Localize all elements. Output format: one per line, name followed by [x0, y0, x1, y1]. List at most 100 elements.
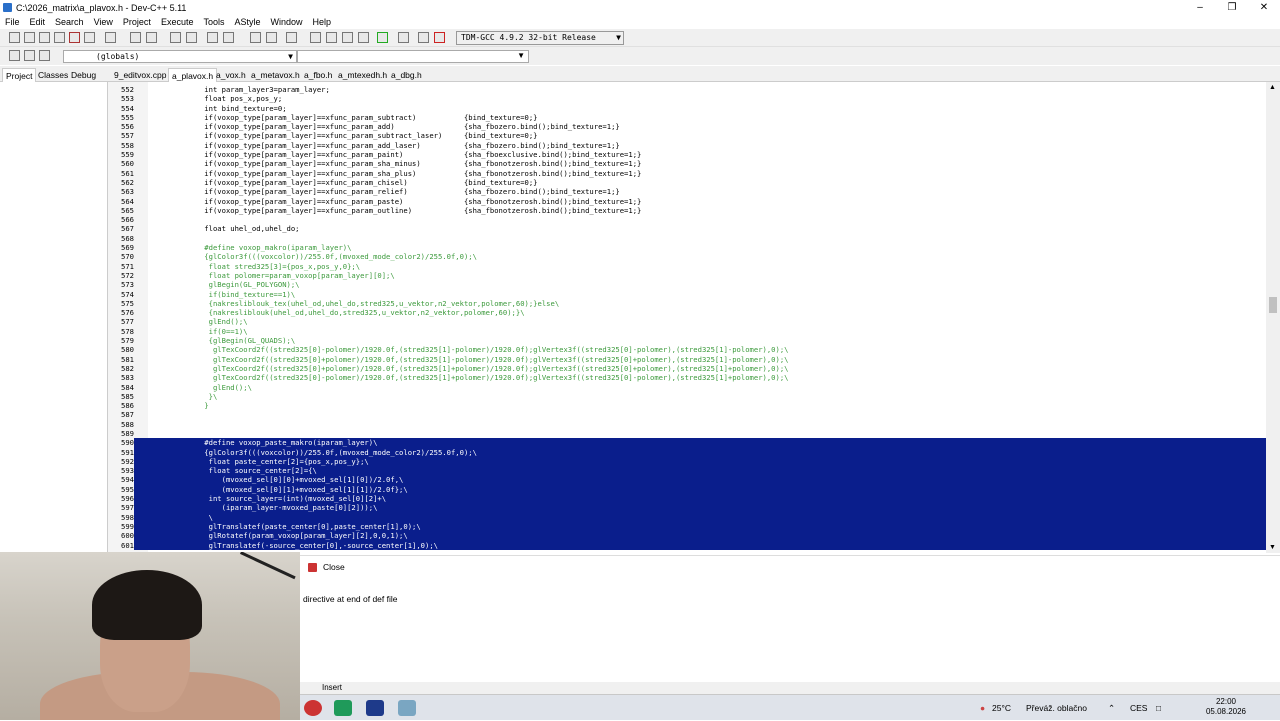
code-line[interactable]: 571 float stred325[3]={pos_x,pos_y,0};\: [108, 262, 1266, 271]
code-line[interactable]: 557 if(voxop_type[param_layer]==xfunc_pa…: [108, 131, 1266, 140]
code-line[interactable]: 590 #define voxop_paste_makro(iparam_lay…: [108, 438, 1266, 448]
code-line[interactable]: 596 int source_layer=(int)(mvoxed_sel[0]…: [108, 494, 1266, 504]
compile-icon[interactable]: [310, 32, 322, 44]
code-line[interactable]: 598 \: [108, 512, 1266, 522]
compiler-select[interactable]: TDM-GCC 4.9.2 32-bit Release ▼: [456, 31, 624, 45]
tab-debug[interactable]: Debug: [68, 68, 99, 82]
code-line[interactable]: 592 float paste_center[2]={pos_x,pos_y};…: [108, 456, 1266, 467]
code-line[interactable]: 573 glBegin(GL_POLYGON);\: [108, 280, 1266, 289]
bookmark-icon[interactable]: [223, 32, 235, 44]
insert-icon[interactable]: [9, 50, 21, 62]
menu-view[interactable]: View: [89, 17, 118, 27]
file-tab[interactable]: 9_editvox.cpp: [111, 68, 169, 82]
find-icon[interactable]: [170, 32, 182, 44]
code-line[interactable]: 566: [108, 215, 1266, 224]
print-icon[interactable]: [105, 32, 117, 44]
tab-project[interactable]: Project: [2, 68, 37, 82]
file-tab-active[interactable]: a_plavox.h: [168, 68, 218, 82]
close-all-icon[interactable]: [84, 32, 96, 44]
save-icon[interactable]: [39, 32, 51, 44]
redo-icon[interactable]: [146, 32, 158, 44]
open-file-icon[interactable]: [24, 32, 36, 44]
code-line[interactable]: 567 float uhel_od,uhel_do;: [108, 224, 1266, 233]
taskbar-app-icon[interactable]: [304, 700, 322, 716]
close-output-button[interactable]: Close: [308, 561, 345, 573]
close-window-button[interactable]: ✕: [1248, 0, 1280, 15]
file-tab[interactable]: a_mtexedh.h: [335, 68, 390, 82]
code-line[interactable]: 568: [108, 234, 1266, 243]
code-line[interactable]: 585 }\: [108, 392, 1266, 401]
code-line[interactable]: 600 glRotatef(param_voxop[param_layer][2…: [108, 531, 1266, 541]
menu-project[interactable]: Project: [118, 17, 156, 27]
code-line[interactable]: 574 if(bind_texture==1)\: [108, 290, 1266, 299]
menu-search[interactable]: Search: [50, 17, 89, 27]
code-line[interactable]: 593 float source_center[2]={\: [108, 466, 1266, 476]
code-line[interactable]: 558 if(voxop_type[param_layer]==xfunc_pa…: [108, 141, 1266, 150]
code-line[interactable]: 570 {glColor3f(((voxcolor))/255.0f,(mvox…: [108, 252, 1266, 261]
taskbar-app-icon[interactable]: [398, 700, 416, 716]
code-line[interactable]: 578 if(0==1)\: [108, 327, 1266, 336]
toggle-bookmark-icon[interactable]: [24, 50, 36, 62]
code-line[interactable]: 560 if(voxop_type[param_layer]==xfunc_pa…: [108, 159, 1266, 168]
code-line[interactable]: 595 (mvoxed_sel[0][1]+mvoxed_sel[1][1])/…: [108, 484, 1266, 495]
scroll-thumb[interactable]: [1269, 297, 1277, 313]
code-line[interactable]: 589: [108, 429, 1266, 438]
syntax-check-icon[interactable]: [377, 32, 389, 44]
profile-icon[interactable]: [418, 32, 430, 44]
code-line[interactable]: 583 glTexCoord2f((stred325[0]-polomer)/1…: [108, 373, 1266, 382]
code-line[interactable]: 586 }: [108, 401, 1266, 410]
language-indicator[interactable]: CES: [1130, 703, 1147, 713]
compile-run-icon[interactable]: [342, 32, 354, 44]
code-line[interactable]: 588: [108, 420, 1266, 429]
code-line[interactable]: 563 if(voxop_type[param_layer]==xfunc_pa…: [108, 187, 1266, 196]
menu-file[interactable]: File: [0, 17, 25, 27]
chevron-up-icon[interactable]: ⌃: [1108, 703, 1115, 714]
function-select[interactable]: ▼: [297, 50, 529, 63]
scroll-down-icon[interactable]: ▼: [1269, 544, 1276, 551]
code-line[interactable]: 594 (mvoxed_sel[0][0]+mvoxed_sel[1][0])/…: [108, 475, 1266, 485]
code-line[interactable]: 599 glTranslatef(paste_center[0],paste_c…: [108, 521, 1266, 532]
back-icon[interactable]: [250, 32, 262, 44]
code-line[interactable]: 591 {glColor3f(((voxcolor))/255.0f,(mvox…: [108, 447, 1266, 457]
scope-select[interactable]: (globals) ▼: [63, 50, 297, 63]
menu-help[interactable]: Help: [308, 17, 337, 27]
file-tab[interactable]: a_metavox.h: [248, 68, 303, 82]
code-line[interactable]: 576 {nakresliblouk(uhel_od,uhel_do,stred…: [108, 308, 1266, 317]
code-line[interactable]: 569 #define voxop_makro(iparam_layer)\: [108, 243, 1266, 252]
new-file-icon[interactable]: [9, 32, 21, 44]
goto-line-icon[interactable]: [207, 32, 219, 44]
code-editor[interactable]: 552 int param_layer3=param_layer; 553 flo…: [108, 82, 1266, 553]
run-icon[interactable]: [326, 32, 338, 44]
code-line[interactable]: 601 glTranslatef(-source_center[0],-sour…: [108, 540, 1266, 550]
code-line[interactable]: 582 glTexCoord2f((stred325[0]+polomer)/1…: [108, 364, 1266, 373]
menu-execute[interactable]: Execute: [156, 17, 199, 27]
network-icon[interactable]: □: [1156, 703, 1161, 713]
code-line[interactable]: 587: [108, 410, 1266, 419]
menu-astyle[interactable]: AStyle: [229, 17, 265, 27]
undo-icon[interactable]: [130, 32, 142, 44]
code-line[interactable]: 579 {glBegin(GL_QUADS);\: [108, 336, 1266, 345]
save-all-icon[interactable]: [54, 32, 66, 44]
rebuild-icon[interactable]: [358, 32, 370, 44]
vertical-scrollbar[interactable]: ▲ ▼: [1266, 82, 1280, 553]
code-line[interactable]: 581 glTexCoord2f((stred325[0]+polomer)/1…: [108, 355, 1266, 364]
scroll-up-icon[interactable]: ▲: [1269, 84, 1276, 91]
menu-edit[interactable]: Edit: [25, 17, 51, 27]
abort-icon[interactable]: [398, 32, 410, 44]
taskbar-devcpp-icon[interactable]: [366, 700, 384, 716]
code-line[interactable]: 565 if(voxop_type[param_layer]==xfunc_pa…: [108, 206, 1266, 215]
project-panel[interactable]: [0, 82, 108, 552]
stop-icon[interactable]: [286, 32, 298, 44]
debug-icon[interactable]: [434, 32, 446, 44]
code-line[interactable]: 554 int bind_texture=0;: [108, 104, 1266, 113]
taskbar-app-icon[interactable]: [334, 700, 352, 716]
menu-window[interactable]: Window: [266, 17, 308, 27]
code-line[interactable]: 575 {nakresliblouk_tex(uhel_od,uhel_do,s…: [108, 299, 1266, 308]
menu-tools[interactable]: Tools: [198, 17, 229, 27]
file-tab[interactable]: a_vox.h: [213, 68, 249, 82]
clock[interactable]: 22:00 05.08.2026: [1206, 697, 1246, 717]
code-line[interactable]: 572 float polomer=param_voxop[param_laye…: [108, 271, 1266, 280]
code-line[interactable]: 584 glEnd();\: [108, 383, 1266, 392]
tab-classes[interactable]: Classes: [35, 68, 71, 82]
code-line[interactable]: 555 if(voxop_type[param_layer]==xfunc_pa…: [108, 113, 1266, 122]
